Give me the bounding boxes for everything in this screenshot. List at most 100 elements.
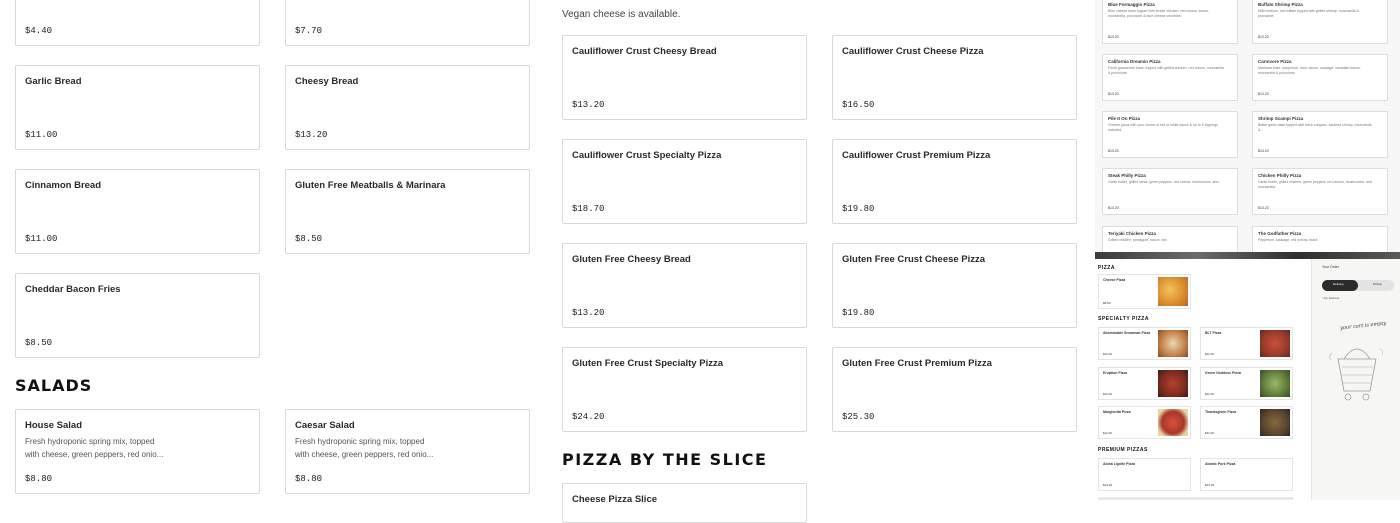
menu-item-card[interactable]: Cauliflower Crust Specialty Pizza $18.70 (562, 139, 807, 224)
mini-item-price: $13.20 (1108, 149, 1119, 153)
mini-menu-card[interactable]: The Godfather Pizza Pepperoni, sausage, … (1252, 226, 1388, 252)
pizza-photo (1158, 330, 1188, 357)
pizza-photo (1158, 409, 1188, 436)
mini-menu-card[interactable]: Margherita Pizza $11.00 (1098, 406, 1191, 439)
mini-item-name: BLT Pizza (1205, 331, 1222, 335)
mini-item-desc: Mild medium, hot buffalo topped with gri… (1258, 9, 1359, 18)
mini-item-price: $11.00 (1103, 392, 1112, 396)
mini-item-price: $8.80 (1103, 301, 1111, 305)
mini-menu-card[interactable]: Eruption Pizza $11.00 (1098, 367, 1191, 400)
item-name: Cheddar Bacon Fries (25, 284, 121, 295)
item-name: Cauliflower Crust Cheesy Bread (572, 46, 717, 57)
item-price: $19.80 (842, 308, 875, 318)
mini-menu-card[interactable]: Atomic Pork Pizza $13.20 (1200, 458, 1293, 491)
menu-item-card[interactable]: Garlic Bread $11.00 (15, 65, 260, 150)
item-price: $16.50 (842, 100, 875, 110)
menu-item-card[interactable]: Cheese Pizza Slice (562, 483, 807, 523)
item-name: Cauliflower Crust Specialty Pizza (572, 150, 722, 161)
item-name: Gluten Free Crust Specialty Pizza (572, 358, 723, 369)
item-price: $18.70 (572, 204, 605, 214)
mini-item-name: Abominable Snowman Pizza (1103, 331, 1151, 335)
item-name: Cinnamon Bread (25, 180, 102, 191)
item-name: Cheesy Bread (295, 76, 359, 87)
mini-menu-card[interactable]: Green Goddess Pizza $11.00 (1200, 367, 1293, 400)
menu-item-card[interactable]: Gluten Free Crust Cheese Pizza $19.80 (832, 243, 1077, 328)
pizza-photo (1260, 409, 1290, 436)
mini-item-name: The Godfather Pizza (1258, 231, 1302, 236)
mini-item-name: Shrimp Scampi Pizza (1258, 116, 1304, 121)
menu-item-card[interactable]: House Salad Fresh hydroponic spring mix,… (15, 409, 260, 494)
mini-menu-card[interactable]: Pile It On Pizza Cheese pizza with your … (1102, 111, 1238, 158)
item-price: $8.50 (295, 234, 323, 244)
mini-item-desc: Blue cheese base topped with tender chic… (1108, 9, 1210, 18)
mini-item-name: Blue Formaggio Pizza (1108, 2, 1155, 7)
no-address-label: No address (1323, 296, 1340, 300)
address-row[interactable]: • No address (1322, 296, 1339, 300)
menu-item-card[interactable]: Gluten Free Crust Specialty Pizza $24.20 (562, 347, 807, 432)
mini-item-price: $11.00 (1103, 431, 1112, 435)
pickup-label: Pickup (1373, 282, 1383, 286)
menu-item-card[interactable]: Cauliflower Crust Cheese Pizza $16.50 (832, 35, 1077, 120)
menu-item-card[interactable]: Gluten Free Crust Premium Pizza $25.30 (832, 347, 1077, 432)
mini-item-price: $13.20 (1108, 206, 1119, 210)
item-name: Cauliflower Crust Cheese Pizza (842, 46, 984, 57)
item-price: $25.30 (842, 412, 875, 422)
mini-item-desc: Cheese pizza with your choice of red or … (1108, 123, 1218, 132)
mini-menu-card[interactable]: Carnivore Pizza Marinara base, pepperoni… (1252, 54, 1388, 101)
menu-item-card[interactable]: Cinnamon Bread $11.00 (15, 169, 260, 254)
thumbnail-top-panel: Blue Formaggio Pizza Blue cheese base to… (1095, 0, 1400, 252)
menu-item-card[interactable]: Caesar Salad Fresh hydroponic spring mix… (285, 409, 530, 494)
mini-menu-card[interactable]: Steak Philly Pizza Garlic butter, grille… (1102, 168, 1238, 215)
mini-item-price: $13.20 (1258, 149, 1269, 153)
mini-item-name: California Dreamin Pizza (1108, 59, 1161, 64)
menu-item-card[interactable]: $7.70 (285, 0, 530, 46)
mini-menu-card[interactable]: Aloha Lignite Pizza $13.20 (1098, 458, 1191, 491)
mini-item-price: $13.20 (1108, 92, 1119, 96)
delivery-label: Delivery (1333, 282, 1344, 286)
mini-menu-card[interactable]: Shrimp Scampi Pizza Butter garlic base t… (1252, 111, 1388, 158)
section-heading-salads: SALADS (15, 376, 93, 395)
menu-item-card[interactable]: Cheddar Bacon Fries $8.50 (15, 273, 260, 358)
mini-item-name: Green Goddess Pizza (1205, 371, 1241, 375)
menu-item-card[interactable]: Cauliflower Crust Cheesy Bread $13.20 (562, 35, 807, 120)
menu-item-card[interactable]: Gluten Free Meatballs & Marinara $8.50 (285, 169, 530, 254)
menu-item-card[interactable]: Cheesy Bread $13.20 (285, 65, 530, 150)
item-name: Garlic Bread (25, 76, 82, 87)
mini-menu-card[interactable]: California Dreamin Pizza Fresh guacamole… (1102, 54, 1238, 101)
mini-item-name: Teriyaki Chicken Pizza (1108, 231, 1156, 236)
mini-item-desc: Grilled chicken, pineapple, bacon, red (1108, 238, 1167, 242)
item-price: $13.20 (572, 308, 605, 318)
mini-menu-card[interactable]: Cheese Pizza $8.80 (1098, 274, 1191, 309)
item-name: Cauliflower Crust Premium Pizza (842, 150, 991, 161)
item-price: $13.20 (572, 100, 605, 110)
mini-heading-specialty: SPECIALTY PIZZA (1098, 316, 1149, 322)
pizza-photo (1260, 330, 1290, 357)
mini-menu-card[interactable]: Teriyaki Chicken Pizza Grilled chicken, … (1102, 226, 1238, 252)
order-mode-toggle[interactable]: Delivery Pickup (1322, 280, 1394, 291)
mini-item-name: Carnivore Pizza (1258, 59, 1292, 64)
menu-item-card[interactable]: $4.40 (15, 0, 260, 46)
mini-item-name: Aloha Lignite Pizza (1103, 462, 1135, 466)
mini-item-desc: Garlic butter, grilled steak, green pepp… (1108, 180, 1222, 184)
thumbnail-divider (1095, 252, 1400, 259)
item-price: $19.80 (842, 204, 875, 214)
mini-menu-card[interactable]: Chicken Philly Pizza Garlic butter, gril… (1252, 168, 1388, 215)
mini-item-price: $11.00 (1205, 352, 1214, 356)
item-price: $7.70 (295, 26, 323, 36)
mini-item-price: $13.20 (1205, 483, 1215, 487)
section-heading-pizza-by-the-slice: PIZZA BY THE SLICE (562, 450, 768, 469)
mini-item-name: Pile It On Pizza (1108, 116, 1141, 121)
menu-item-card[interactable]: Cauliflower Crust Premium Pizza $19.80 (832, 139, 1077, 224)
item-description: Fresh hydroponic spring mix, topped with… (25, 437, 164, 459)
mini-menu-card[interactable]: Thanksgiven Pizza $11.00 (1200, 406, 1293, 439)
mini-menu-card[interactable]: Abominable Snowman Pizza $11.00 (1098, 327, 1191, 360)
order-title: Your Order (1322, 265, 1339, 269)
mini-menu-card[interactable]: Buffalo Shrimp Pizza Mild medium, hot bu… (1252, 0, 1388, 44)
mini-menu-card[interactable]: BLT Pizza $11.00 (1200, 327, 1293, 360)
pizza-photo (1158, 277, 1188, 306)
item-name: Gluten Free Meatballs & Marinara (295, 180, 446, 191)
mini-item-price: $13.20 (1258, 206, 1269, 210)
menu-item-card[interactable]: Gluten Free Cheesy Bread $13.20 (562, 243, 807, 328)
mini-menu-card[interactable]: Blue Formaggio Pizza Blue cheese base to… (1102, 0, 1238, 44)
mini-item-name: Atomic Pork Pizza (1205, 462, 1236, 466)
